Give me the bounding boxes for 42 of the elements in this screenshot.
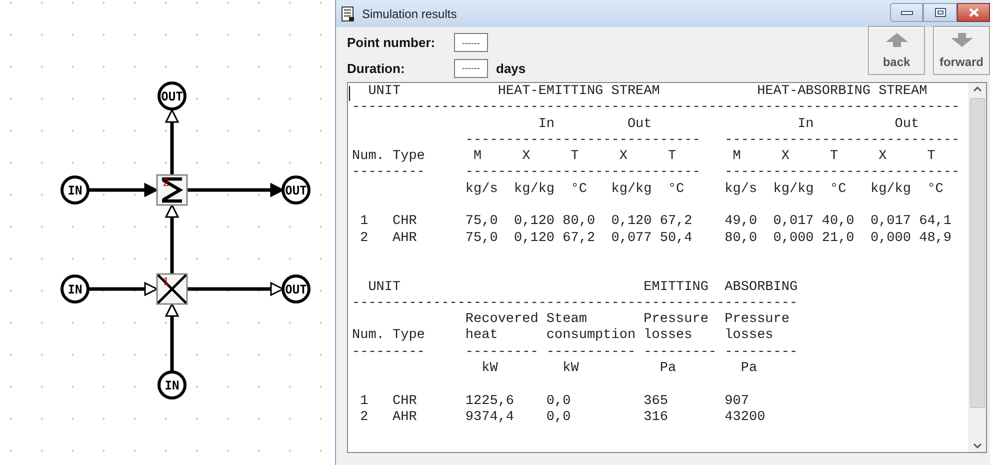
report-line: 1 CHR 1225,6 0,0 365 907 [359, 394, 749, 409]
minimize-button[interactable] [890, 3, 923, 22]
report-line: --------- ----------------------------- ----------------------------- [352, 165, 960, 180]
close-icon [968, 8, 978, 17]
document-icon [340, 6, 356, 22]
terminal-node[interactable]: OUT [282, 176, 310, 204]
unit-label: days [496, 60, 526, 78]
maximize-button[interactable] [923, 3, 957, 22]
report-line: 2 AHR 75,0 0,120 67,2 0,077 50,4 80,0 0,000 21,0 0,000 48,9 [359, 230, 952, 246]
report-line: Num. Type M X T X T M X T X T [352, 149, 936, 164]
report-line: kW kW Pa Pa [480, 361, 758, 376]
text-cursor [349, 86, 350, 101]
report-line: UNIT EMITTING ABSORBING [367, 280, 798, 295]
report-line: --------- --------- ----------- --------- --------- [352, 344, 798, 360]
report-line: 2 AHR 9374,4 0,0 316 43200 [359, 410, 766, 425]
maximize-icon [934, 8, 946, 17]
report-line: ------------------------------------------------------- [352, 296, 798, 311]
window-title: Simulation results [362, 6, 457, 22]
terminal-node[interactable]: IN [158, 370, 186, 400]
scroll-down-icon [972, 443, 982, 449]
field-label: Duration: [347, 60, 406, 78]
report-line: 1 CHR 75,0 0,120 80,0 0,120 67,2 49,0 0,017 40,0 0,017 64,1 [359, 214, 952, 230]
report-line: Recovered Steam Pressure Pressure [464, 312, 790, 328]
scroll-up-icon [972, 86, 982, 92]
report-line: kg/s kg/kg °C kg/kg °C kg/s kg/kg °C kg/kg °C [464, 182, 944, 197]
scrollbar-thumb[interactable] [970, 98, 984, 408]
input-field[interactable]: ------ [454, 33, 488, 52]
results-text-area[interactable] [347, 82, 987, 453]
terminal-node[interactable]: IN [60, 274, 90, 304]
input-field[interactable]: ------ [454, 58, 488, 78]
report-line: ----------------------------- ----------------------------- [464, 132, 960, 148]
report-line: UNIT HEAT-EMITTING STREAM HEAT-ABSORBING STREAM [367, 84, 928, 99]
close-button[interactable] [957, 3, 990, 22]
minimize-icon [900, 10, 912, 14]
report-line: In Out In Out [537, 116, 920, 132]
report-line: Num. Type heat consumption losses losses [352, 328, 774, 344]
report-line: --------------------------------------------------------------------------- [352, 100, 960, 116]
field-label: Point number: [347, 34, 436, 52]
terminal-node[interactable]: IN [60, 176, 90, 204]
forward-button[interactable]: forward [933, 26, 990, 75]
scrollbar[interactable] [968, 83, 986, 452]
back-button[interactable]: back [868, 26, 925, 75]
